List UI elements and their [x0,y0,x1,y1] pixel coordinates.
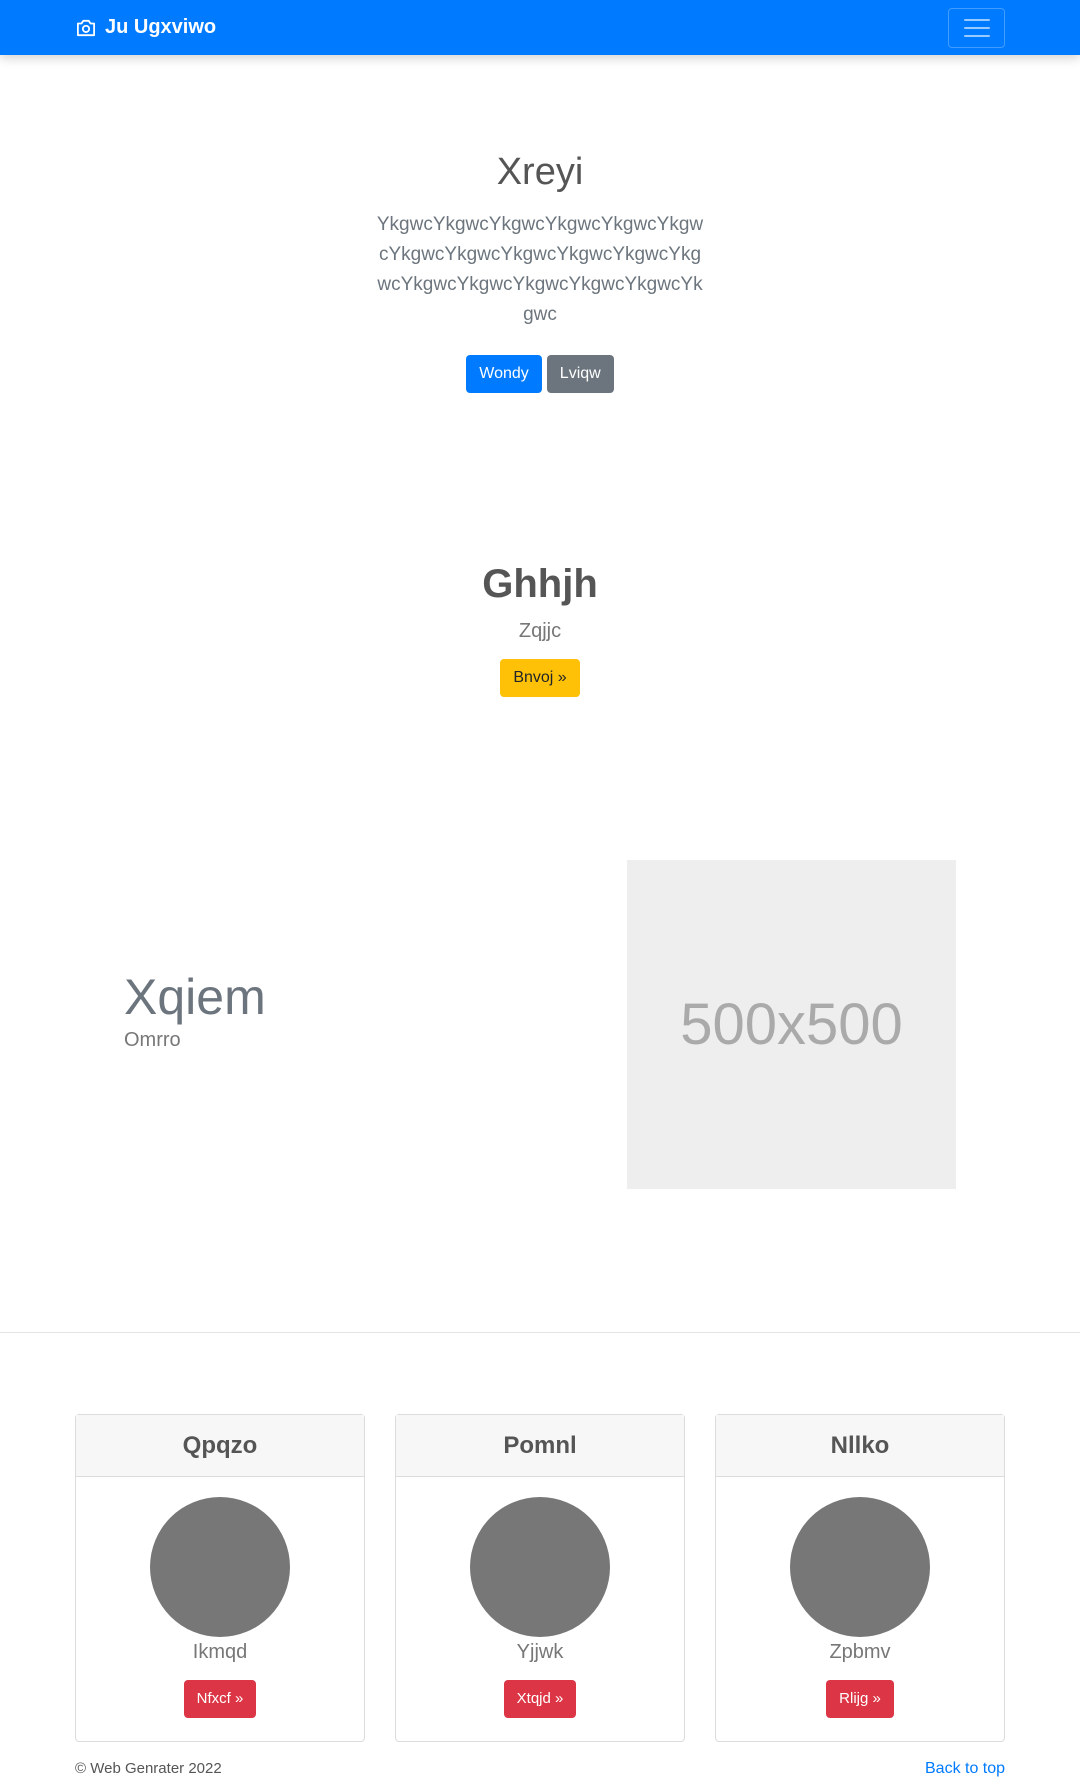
back-to-top-link[interactable]: Back to top [925,1760,1005,1778]
card-3-avatar [790,1497,930,1637]
hero-secondary-button[interactable]: Lviqw [546,354,614,393]
hero-primary-button[interactable]: Wondy [466,354,542,393]
hamburger-icon [963,19,990,21]
footer-copyright: © Web Genrater 2022 [75,1760,222,1777]
card-1-avatar [150,1497,290,1637]
cta-section: Ghhjh Zqjjc Bnvoj » [0,560,1080,697]
card-1-button[interactable]: Nfxcf » [183,1680,257,1718]
card-2-button[interactable]: Xtqjd » [503,1680,577,1718]
card-2-avatar [470,1497,610,1637]
card-1-name: Ikmqd [192,1641,248,1663]
cta-button[interactable]: Bnvoj » [500,659,580,697]
hero-section: Xreyi YkgwcYkgwcYkgwcYkgwcYkgwcYkgwcYkgw… [0,150,1080,393]
card-2-name: Yjjwk [516,1641,564,1663]
feature-image-placeholder: 500x500 [627,860,956,1189]
cta-subtitle: Zqjjc [518,620,562,642]
card-3-button[interactable]: Rlijg » [826,1680,894,1718]
hero-buttons: Wondy Lviqw [0,354,1080,393]
card-3-header: Nllko [716,1415,1004,1477]
hero-lead: YkgwcYkgwcYkgwcYkgwcYkgwcYkgwcYkgwcYkgwc… [376,213,704,325]
card-1-header: Qpqzo [76,1415,364,1477]
card-2: Pomnl Yjjwk Xtqjd » [395,1414,685,1742]
navbar-toggler-button[interactable] [948,8,1005,48]
card-1: Qpqzo Ikmqd Nfxcf » [75,1414,365,1742]
camera-icon [77,19,96,36]
card-3: Nllko Zpbmv Rlijg » [715,1414,1005,1742]
section-divider [0,1332,1080,1333]
cta-title: Ghhjh [482,562,598,606]
feature-text: Xqiem Omrro [124,970,266,1052]
brand-name: Ju Ugxviwo [105,16,217,38]
hero-title: Xreyi [496,151,584,193]
placeholder-label: 500x500 [680,992,903,1057]
navbar: Ju Ugxviwo [0,0,1080,55]
card-2-header: Pomnl [396,1415,684,1477]
card-3-name: Zpbmv [829,1641,891,1663]
feature-title: Xqiem [124,969,266,1025]
brand-link[interactable]: Ju Ugxviwo [75,0,216,55]
feature-subtitle: Omrro [124,1029,181,1051]
